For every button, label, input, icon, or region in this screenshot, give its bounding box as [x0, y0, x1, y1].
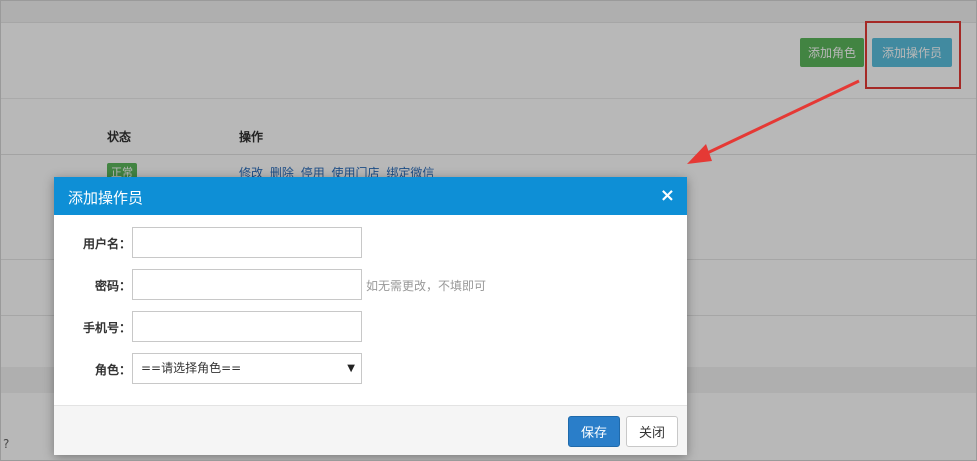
dialog-footer: 保存 关闭 [54, 405, 687, 455]
app-window: 添加角色 添加操作员 状态 操作 正常 修改 删除 停用 使用门店 绑定微信 ?… [0, 0, 977, 461]
phone-label: 手机号： [82, 321, 131, 335]
phone-field[interactable] [132, 311, 362, 342]
chevron-down-icon: ▼ [347, 363, 355, 374]
save-button[interactable]: 保存 [568, 416, 620, 447]
password-row: 密码： 如无需更改，不填即可 [54, 269, 687, 301]
dialog-header: 添加操作员 × [54, 177, 687, 215]
close-icon[interactable]: × [660, 185, 675, 206]
password-field[interactable] [132, 269, 362, 300]
password-label: 密码： [94, 279, 131, 293]
close-button[interactable]: 关闭 [626, 416, 678, 447]
dialog-title: 添加操作员 [68, 189, 144, 207]
role-select[interactable]: ==请选择角色== ▼ [132, 353, 362, 384]
username-field[interactable] [132, 227, 362, 258]
role-select-value: ==请选择角色== [141, 361, 242, 375]
add-operator-dialog: 添加操作员 × 用户名： 密码： 如无需更改，不填即可 手机号： 角色： ==请… [54, 177, 687, 455]
username-label: 用户名： [82, 237, 131, 251]
dialog-body: 用户名： 密码： 如无需更改，不填即可 手机号： 角色： ==请选择角色== ▼ [54, 215, 687, 405]
role-row: 角色： ==请选择角色== ▼ [54, 353, 687, 385]
username-row: 用户名： [54, 227, 687, 259]
password-hint: 如无需更改，不填即可 [366, 279, 487, 293]
phone-row: 手机号： [54, 311, 687, 343]
role-label: 角色： [94, 363, 131, 377]
